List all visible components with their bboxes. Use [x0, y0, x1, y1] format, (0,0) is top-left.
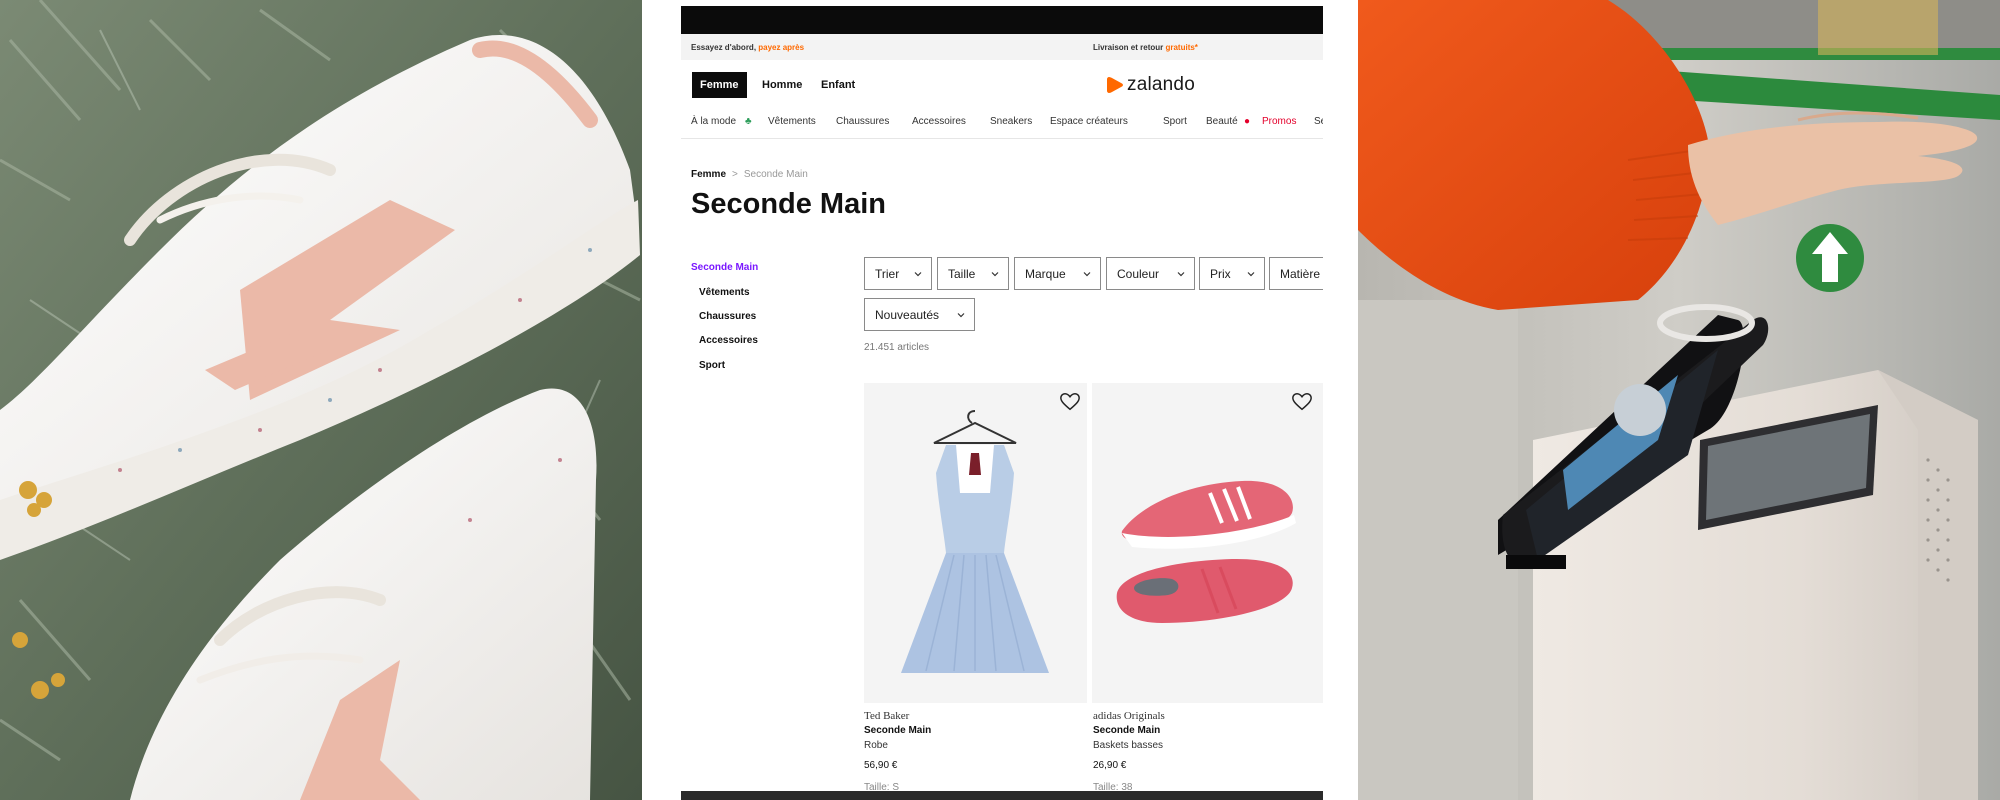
nav-item-sneakers[interactable]: Sneakers — [990, 116, 1032, 127]
chevron-down-icon — [914, 272, 922, 277]
chevron-down-icon — [957, 313, 965, 318]
filter-taille[interactable]: Taille — [937, 257, 1009, 290]
sidebar-item-accessoires[interactable]: Accessoires — [699, 335, 758, 346]
zalando-screenshot: Essayez d'abord, payez après Livraison e… — [681, 0, 1323, 800]
sneakers-photo — [0, 0, 642, 800]
filter-prix[interactable]: Prix — [1199, 257, 1265, 290]
tab-enfant[interactable]: Enfant — [821, 72, 855, 98]
promo-right: Livraison et retour gratuits* — [1093, 43, 1198, 52]
nav-item-chaussures[interactable]: Chaussures — [836, 116, 889, 127]
product-2-label: Seconde Main — [1093, 725, 1161, 736]
zalando-logo-text: zalando — [1127, 74, 1195, 95]
nav-item-vetements[interactable]: Vêtements — [768, 116, 816, 127]
chevron-down-icon — [1177, 272, 1185, 277]
promo-left-highlight[interactable]: payez après — [758, 43, 804, 52]
chevron-down-icon — [1247, 272, 1255, 277]
filter-trier[interactable]: Trier — [864, 257, 932, 290]
nav-item-truncated[interactable]: Se — [1314, 116, 1323, 127]
filter-trier-label: Trier — [875, 266, 900, 281]
breadcrumb-current: Seconde Main — [743, 169, 808, 180]
tab-femme[interactable]: Femme — [692, 72, 747, 98]
palm-scanner-photo — [1358, 0, 2000, 800]
heart-icon[interactable] — [1059, 391, 1081, 413]
product-card-image[interactable] — [1092, 383, 1323, 703]
nav-item-a-la-mode[interactable]: À la mode — [691, 116, 736, 127]
sneakers-image — [1116, 480, 1296, 623]
product-2-price: 26,90 € — [1093, 760, 1127, 771]
filter-taille-label: Taille — [948, 266, 976, 281]
sidebar-item-chaussures[interactable]: Chaussures — [699, 311, 756, 322]
promo-right-text: Livraison et retour — [1093, 43, 1166, 52]
filter-marque-label: Marque — [1025, 266, 1066, 281]
filter-nouveautes-label: Nouveautés — [875, 307, 940, 322]
product-card-image[interactable] — [864, 383, 1087, 703]
heart-icon[interactable] — [1291, 391, 1313, 413]
product-2-type: Baskets basses — [1093, 740, 1164, 751]
nav-item-beaute[interactable]: Beauté — [1206, 116, 1238, 127]
promo-left: Essayez d'abord, payez après — [691, 43, 804, 52]
zalando-logo-icon — [1107, 77, 1123, 93]
promo-right-highlight[interactable]: gratuits* — [1165, 43, 1197, 52]
filter-nouveautes[interactable]: Nouveautés — [864, 298, 975, 331]
product-1-price: 56,90 € — [864, 760, 898, 771]
sidebar-item-seconde-main[interactable]: Seconde Main — [691, 262, 758, 273]
nav-item-accessoires[interactable]: Accessoires — [912, 116, 966, 127]
product-1-label: Seconde Main — [864, 725, 932, 736]
tab-homme[interactable]: Homme — [762, 72, 802, 98]
product-2-brand[interactable]: adidas Originals — [1093, 710, 1165, 722]
breadcrumb: Femme > Seconde Main — [691, 169, 808, 180]
promo-left-text: Essayez d'abord, — [691, 43, 759, 52]
breadcrumb-root[interactable]: Femme — [691, 169, 726, 180]
lipstick-icon: ● — [1244, 116, 1251, 127]
nav-divider — [681, 138, 1323, 139]
zalando-logo[interactable]: zalando — [1107, 72, 1195, 98]
sidebar-item-sport[interactable]: Sport — [699, 360, 725, 371]
product-1-brand[interactable]: Ted Baker — [864, 710, 909, 722]
filter-matiere-label: Matière — [1280, 266, 1321, 281]
promo-banner: Essayez d'abord, payez après Livraison e… — [681, 34, 1323, 60]
filter-couleur-label: Couleur — [1117, 266, 1160, 281]
chevron-down-icon — [1083, 272, 1091, 277]
filter-couleur[interactable]: Couleur — [1106, 257, 1195, 290]
page-title: Seconde Main — [691, 188, 886, 220]
breadcrumb-separator: > — [732, 169, 738, 180]
dress-image — [901, 410, 1049, 673]
chevron-down-icon — [991, 272, 999, 277]
tree-icon: ♣ — [745, 116, 752, 127]
sidebar-item-vetements[interactable]: Vêtements — [699, 287, 750, 298]
product-1-type: Robe — [864, 740, 888, 751]
nav-item-promos[interactable]: Promos — [1262, 116, 1296, 127]
nav-item-espace-createurs[interactable]: Espace créateurs — [1050, 116, 1128, 127]
bottom-bar — [681, 791, 1323, 800]
filter-marque[interactable]: Marque — [1014, 257, 1101, 290]
filter-matiere[interactable]: Matière — [1269, 257, 1323, 290]
filter-prix-label: Prix — [1210, 266, 1231, 281]
article-count: 21.451 articles — [864, 342, 930, 353]
browser-top-bar — [681, 6, 1323, 34]
nav-item-sport[interactable]: Sport — [1163, 116, 1187, 127]
